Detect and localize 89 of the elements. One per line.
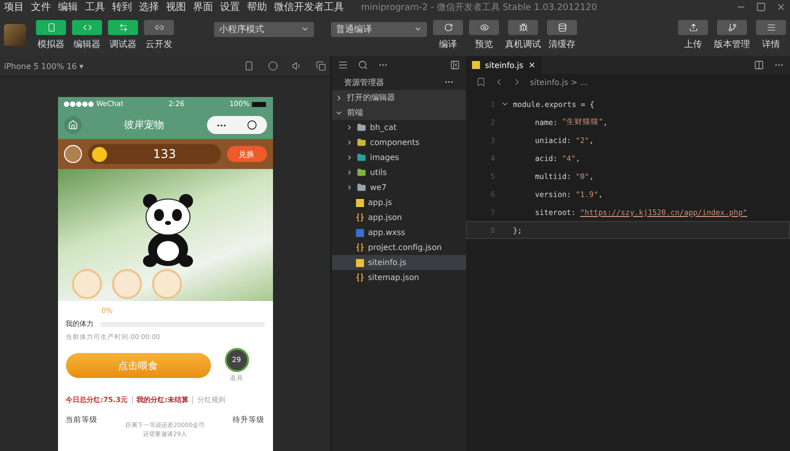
file-item[interactable]: app.js <box>332 195 466 210</box>
toolbar-button[interactable]: 清缓存 <box>547 20 577 50</box>
explorer-section[interactable]: 打开的编辑器 <box>332 90 466 105</box>
menu-icon[interactable] <box>338 60 348 70</box>
window-title: miniprogram-2 - 微信开发者工具 Stable 1.03.2012120 <box>361 2 598 14</box>
chevron-icon <box>346 184 353 191</box>
split-editor-icon[interactable] <box>754 60 764 70</box>
css-file-icon <box>356 228 364 236</box>
chevron-icon <box>346 139 353 146</box>
close-icon[interactable] <box>776 2 786 12</box>
target-icon <box>246 120 257 130</box>
coin-count: 133 <box>152 147 177 161</box>
chevron-icon <box>346 154 353 161</box>
menu-item[interactable]: 转到 <box>112 0 132 14</box>
menu-item[interactable]: 帮助 <box>247 0 267 14</box>
fold-icon[interactable] <box>501 100 509 108</box>
menu-item[interactable]: 微信开发者工具 <box>274 0 344 14</box>
braces-icon <box>356 213 364 222</box>
toolbar-button[interactable]: 真机调试 <box>505 20 541 50</box>
search-icon[interactable] <box>358 60 368 70</box>
caret-icon <box>414 25 422 33</box>
toolbar-toggle-button[interactable]: 调试器 <box>108 20 138 50</box>
link-icon <box>154 22 164 32</box>
menu-item[interactable]: 文件 <box>31 0 51 14</box>
folder-item[interactable]: bh_cat <box>332 120 466 135</box>
file-item[interactable]: app.wxss <box>332 225 466 240</box>
coin-icon <box>92 146 106 162</box>
js-file-icon <box>472 61 480 69</box>
folder-item[interactable]: images <box>332 150 466 165</box>
braces-icon <box>356 273 364 282</box>
device-selector[interactable]: iPhone 5 100% 16 ▾ <box>4 62 230 70</box>
caret-icon <box>301 25 309 33</box>
user-avatar[interactable] <box>64 145 82 163</box>
file-item[interactable]: sitemap.json <box>332 270 466 285</box>
capsule-button[interactable] <box>206 116 266 134</box>
upload-icon <box>688 22 698 32</box>
battery-icon <box>252 102 266 106</box>
collapse-panel-icon[interactable] <box>450 60 460 70</box>
menu-item[interactable]: 视图 <box>166 0 186 14</box>
toolbar-toggle-button[interactable]: 模拟器 <box>36 20 66 50</box>
chevron-icon <box>346 169 353 176</box>
js-file-icon <box>356 198 364 206</box>
menu-icon <box>766 22 776 32</box>
breadcrumb[interactable]: siteinfo.js > ... <box>530 78 588 86</box>
branch-icon <box>728 22 736 32</box>
phone-icon[interactable] <box>244 61 254 71</box>
toolbar-button[interactable]: 详情 <box>756 20 786 50</box>
refresh-icon <box>444 22 452 32</box>
menu-item[interactable]: 界面 <box>193 0 213 14</box>
speaker-icon[interactable] <box>292 61 302 71</box>
bug-icon <box>518 22 528 32</box>
folder-item[interactable]: components <box>332 135 466 150</box>
page-title: 彼岸宠物 <box>124 118 164 132</box>
menu-item[interactable]: 编辑 <box>58 0 78 14</box>
window-icon[interactable] <box>316 61 326 71</box>
database-icon <box>558 22 566 32</box>
toolbar-toggle-button[interactable]: 云开发 <box>144 20 174 50</box>
toolbar-button[interactable]: 上传 <box>678 20 708 50</box>
swap-arrows-icon <box>118 22 128 32</box>
home-button[interactable] <box>64 116 82 134</box>
menu-item[interactable]: 工具 <box>85 0 105 14</box>
home-icon <box>68 120 78 130</box>
close-icon[interactable] <box>528 61 536 69</box>
toolbar-toggle-button[interactable]: 编辑器 <box>72 20 102 50</box>
toolbar-button[interactable]: 预览 <box>469 20 499 50</box>
js-file-icon <box>356 258 364 266</box>
mode-dropdown[interactable]: 小程序模式 <box>214 22 314 36</box>
record-icon[interactable] <box>268 61 278 71</box>
file-item[interactable]: siteinfo.js <box>332 255 466 270</box>
file-item[interactable]: app.json <box>332 210 466 225</box>
chevron-icon <box>346 124 353 131</box>
file-item[interactable]: project.config.json <box>332 240 466 255</box>
compile-dropdown[interactable]: 普通编译 <box>331 22 427 36</box>
braces-icon <box>356 243 364 252</box>
menu-item[interactable]: 项目 <box>4 0 24 14</box>
maximize-icon[interactable] <box>756 2 766 12</box>
explorer-title: 资源管理器 <box>344 76 384 88</box>
folder-item[interactable]: we7 <box>332 180 466 195</box>
toolbar-button[interactable]: 编译 <box>433 20 463 50</box>
eye-icon <box>480 22 488 32</box>
code-icon <box>82 22 92 32</box>
explorer-section[interactable]: 前端 <box>332 105 466 120</box>
phone-icon <box>46 22 56 32</box>
folder-item[interactable]: utils <box>332 165 466 180</box>
bookmark-icon[interactable] <box>476 77 486 87</box>
menu-item[interactable]: 选择 <box>139 0 159 14</box>
editor-tab[interactable]: siteinfo.js <box>466 56 542 74</box>
toolbar-button[interactable]: 版本管理 <box>714 20 750 50</box>
menu-item[interactable]: 设置 <box>220 0 240 14</box>
